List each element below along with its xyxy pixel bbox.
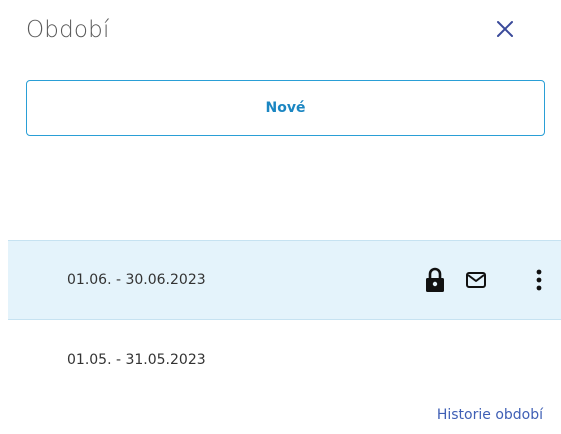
period-label: 01.05. - 31.05.2023	[67, 352, 206, 368]
period-row-selected[interactable]: 01.06. - 30.06.2023	[8, 240, 561, 320]
close-button[interactable]	[493, 17, 521, 45]
mail-icon[interactable]	[464, 268, 488, 292]
period-label: 01.06. - 30.06.2023	[67, 272, 206, 288]
lock-icon	[424, 267, 446, 293]
period-history-link[interactable]: Historie období	[437, 407, 543, 423]
more-vertical-icon[interactable]	[534, 267, 544, 293]
period-row[interactable]: 01.05. - 31.05.2023	[8, 320, 561, 400]
close-icon	[497, 21, 513, 37]
new-period-button[interactable]: Nové	[26, 80, 545, 136]
panel-title: Období	[26, 17, 110, 43]
new-period-button-label: Nové	[265, 100, 306, 116]
